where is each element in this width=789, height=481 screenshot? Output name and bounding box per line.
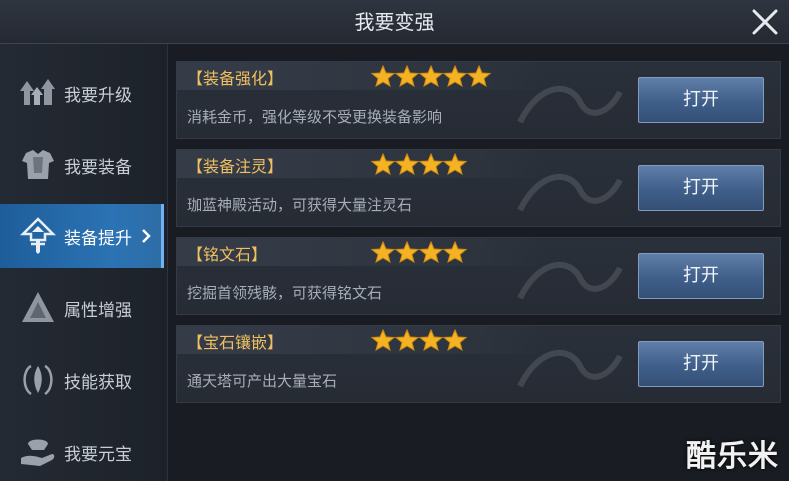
star-icon xyxy=(395,329,419,351)
open-button[interactable]: 打开 xyxy=(638,253,764,299)
star-icon xyxy=(419,241,443,263)
star-icon xyxy=(395,65,419,87)
task-list: 【装备强化】 消耗金币，强化等级不受更换装备影响 打开 【装备注灵】 珈蓝神殿活… xyxy=(168,44,789,481)
star-rating xyxy=(371,65,491,87)
sidebar-item-level-up[interactable]: 我要升级 xyxy=(0,61,164,125)
sidebar-item-label: 技能获取 xyxy=(64,372,132,393)
list-item: 【宝石镶嵌】 通天塔可产出大量宝石 打开 xyxy=(176,325,781,403)
card-title: 【装备注灵】 xyxy=(187,157,284,176)
sidebar-item-gold-ingot[interactable]: 我要元宝 xyxy=(0,420,164,481)
star-icon xyxy=(371,65,395,87)
list-item: 【装备注灵】 珈蓝神殿活动，可获得大量注灵石 打开 xyxy=(176,149,781,227)
star-rating xyxy=(371,329,467,351)
sidebar: 我要升级 我要装备 装备提升 属性增强 技能获取 我要元宝 xyxy=(0,44,168,481)
star-icon xyxy=(371,153,395,175)
sword-upgrade-icon xyxy=(19,217,57,254)
sidebar-item-equipment[interactable]: 我要装备 xyxy=(0,133,164,197)
star-icon xyxy=(371,329,395,351)
star-icon xyxy=(419,153,443,175)
star-rating xyxy=(371,153,467,175)
sidebar-item-label: 我要元宝 xyxy=(64,444,132,465)
triangle-rune-icon xyxy=(22,292,54,322)
card-description: 珈蓝神殿活动，可获得大量注灵石 xyxy=(187,196,413,214)
skill-flame-icon xyxy=(23,364,53,396)
sidebar-item-label: 属性增强 xyxy=(64,300,132,321)
armor-icon xyxy=(22,150,54,179)
sidebar-item-label: 装备提升 xyxy=(64,228,132,249)
star-icon xyxy=(419,329,443,351)
star-icon xyxy=(395,153,419,175)
star-icon xyxy=(371,241,395,263)
title-bar: 我要变强 xyxy=(0,0,789,44)
open-button[interactable]: 打开 xyxy=(638,341,764,387)
sidebar-item-label: 我要升级 xyxy=(64,85,132,106)
open-button[interactable]: 打开 xyxy=(638,77,764,123)
star-rating xyxy=(371,241,467,263)
star-icon xyxy=(443,65,467,87)
sidebar-item-label: 我要装备 xyxy=(64,157,132,178)
window-title: 我要变强 xyxy=(354,10,435,34)
card-description: 通天塔可产出大量宝石 xyxy=(187,372,338,390)
star-icon xyxy=(419,65,443,87)
star-icon xyxy=(395,241,419,263)
chevron-right-icon xyxy=(142,229,151,243)
level-up-arrows-icon xyxy=(20,79,55,105)
sidebar-item-equip-upgrade[interactable]: 装备提升 xyxy=(0,204,164,268)
sidebar-item-attribute[interactable]: 属性增强 xyxy=(0,276,164,340)
star-icon xyxy=(443,329,467,351)
hand-ingot-icon xyxy=(21,439,55,466)
card-title: 【宝石镶嵌】 xyxy=(187,333,284,352)
card-description: 挖掘首领残骸，可获得铭文石 xyxy=(187,284,383,302)
open-button[interactable]: 打开 xyxy=(638,165,764,211)
close-button[interactable] xyxy=(749,6,781,38)
list-item: 【铭文石】 挖掘首领残骸，可获得铭文石 打开 xyxy=(176,237,781,315)
star-icon xyxy=(443,153,467,175)
list-item: 【装备强化】 消耗金币，强化等级不受更换装备影响 打开 xyxy=(176,61,781,139)
site-watermark: 酷乐米 xyxy=(686,439,779,474)
star-icon xyxy=(467,65,491,87)
star-icon xyxy=(443,241,467,263)
sidebar-item-skill[interactable]: 技能获取 xyxy=(0,348,164,412)
card-description: 消耗金币，强化等级不受更换装备影响 xyxy=(187,108,443,126)
close-icon xyxy=(752,9,778,35)
card-title: 【铭文石】 xyxy=(187,245,268,264)
card-title: 【装备强化】 xyxy=(187,69,284,88)
